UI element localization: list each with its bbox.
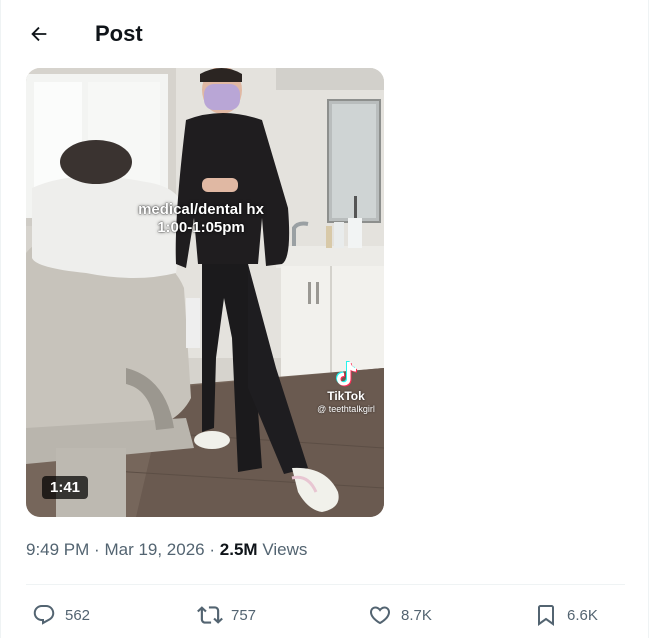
post-video[interactable]: medical/dental hx 1:00-1:05pm TikTok @ t… bbox=[26, 68, 384, 517]
meta-separator: · bbox=[209, 540, 216, 559]
tiktok-name: TikTok bbox=[327, 389, 365, 403]
reply-button[interactable]: 562 bbox=[31, 600, 90, 630]
post-actions-bar: 562 757 8.7K 6.6K bbox=[31, 600, 611, 630]
like-count: 8.7K bbox=[401, 606, 432, 624]
page-header: Post bbox=[1, 0, 411, 68]
repost-count: 757 bbox=[231, 606, 257, 624]
reply-icon bbox=[31, 602, 57, 628]
post-meta: 9:49 PM · Mar 19, 2026 · 2.5M Views bbox=[26, 540, 307, 560]
tiktok-handle: @ teethtalkgirl bbox=[317, 404, 375, 414]
post-date: Mar 19, 2026 bbox=[104, 540, 205, 559]
post-timestamp-link[interactable]: 9:49 PM · Mar 19, 2026 bbox=[26, 540, 205, 559]
views-count: 2.5M bbox=[219, 540, 258, 559]
post-time: 9:49 PM bbox=[26, 540, 90, 559]
tiktok-logo-icon bbox=[336, 361, 357, 387]
bookmark-icon bbox=[533, 602, 559, 628]
divider bbox=[26, 584, 625, 585]
heart-icon bbox=[367, 602, 393, 628]
tiktok-watermark: TikTok @ teethtalkgirl bbox=[308, 360, 384, 414]
video-duration-badge: 1:41 bbox=[42, 476, 89, 499]
like-button[interactable]: 8.7K bbox=[367, 600, 432, 630]
page-title: Post bbox=[95, 21, 143, 46]
reply-count: 562 bbox=[65, 606, 91, 624]
bookmark-count: 6.6K bbox=[567, 606, 598, 624]
bookmark-button[interactable]: 6.6K bbox=[533, 600, 598, 630]
repost-icon bbox=[197, 602, 223, 628]
arrow-left-icon bbox=[31, 26, 47, 42]
repost-button[interactable]: 757 bbox=[197, 600, 256, 630]
post-page: Post medical/dental hx 1:00-1:05pm TikTo… bbox=[0, 0, 649, 638]
video-caption-line2: 1:00-1:05pm bbox=[157, 219, 245, 236]
back-button[interactable] bbox=[21, 16, 57, 52]
video-caption-overlay: medical/dental hx 1:00-1:05pm bbox=[121, 201, 281, 237]
video-caption-line1: medical/dental hx bbox=[138, 201, 264, 218]
views-label: Views bbox=[262, 540, 308, 559]
meta-separator: · bbox=[94, 540, 100, 559]
video-frame-image bbox=[26, 68, 384, 517]
